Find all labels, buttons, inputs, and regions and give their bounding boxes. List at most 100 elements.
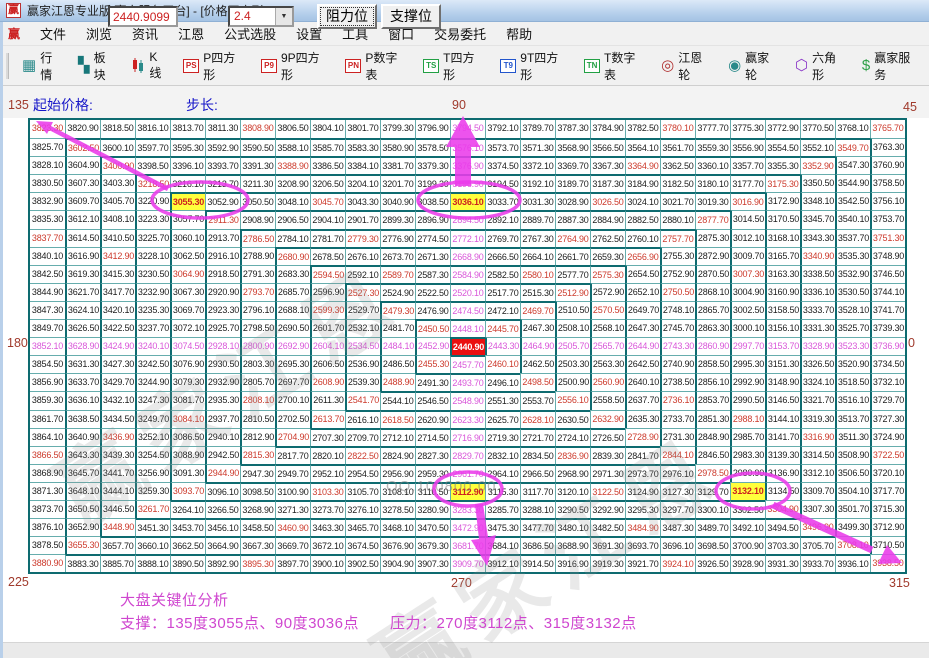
grid-cell: 3386.50 xyxy=(310,156,345,174)
grid-cell: 3648.10 xyxy=(65,482,100,500)
grid-cell: 3465.70 xyxy=(345,518,380,536)
grid-cell: 3746.50 xyxy=(870,265,905,283)
grid-cell: 2743.30 xyxy=(660,337,695,355)
grid-cell: 2592.10 xyxy=(345,265,380,283)
grid-cell: 3715.30 xyxy=(870,500,905,518)
mdi-child-icon: 赢 xyxy=(8,25,20,42)
grid-cell: 3072.10 xyxy=(170,319,205,337)
toolbar-9p-square[interactable]: P99P四方形 xyxy=(254,46,338,86)
grid-cell: 2827.30 xyxy=(415,446,450,464)
grid-cell: 2728.90 xyxy=(625,428,660,446)
toolbar-hexagon[interactable]: ⬡六角形 xyxy=(788,46,855,86)
grid-cell: 3295.30 xyxy=(625,500,660,518)
grid-cell: 3400.90 xyxy=(100,156,135,174)
grid-cell: 3000.10 xyxy=(730,319,765,337)
grid-cell: 2896.90 xyxy=(415,210,450,228)
grid-cell: 3633.70 xyxy=(65,373,100,391)
grid-cell: 3211.30 xyxy=(240,174,275,192)
grid-cell: 3302.50 xyxy=(730,500,765,518)
grid-cell: 2491.30 xyxy=(415,373,450,391)
start-price-input[interactable] xyxy=(108,6,178,27)
grid-cell: 2858.50 xyxy=(695,355,730,373)
grid-cell: 2697.70 xyxy=(275,373,310,391)
grid-cell: 3765.70 xyxy=(870,120,905,138)
grid-cell: 3271.30 xyxy=(275,500,310,518)
grid-cell: 2647.30 xyxy=(625,319,660,337)
grid-cell: 2596.90 xyxy=(310,283,345,301)
grid-cell: 3595.30 xyxy=(170,138,205,156)
toolbar-p-table[interactable]: PNP数字表 xyxy=(338,46,416,86)
grid-cell: 3278.50 xyxy=(380,500,415,518)
grid-cell: 3696.10 xyxy=(660,536,695,554)
grid-cell: 3460.90 xyxy=(275,518,310,536)
grid-cell: 2541.70 xyxy=(345,391,380,409)
highlighted-price-cell: 3036.10 xyxy=(450,192,485,210)
grid-cell: 3698.50 xyxy=(695,536,730,554)
step-combobox[interactable]: 2.4 ▼ xyxy=(228,6,294,27)
grid-cell: 3369.70 xyxy=(555,156,590,174)
grid-cell: 3429.70 xyxy=(100,373,135,391)
grid-cell: 3427.30 xyxy=(100,355,135,373)
grid-cell: 3554.50 xyxy=(765,138,800,156)
grid-cell: 3926.50 xyxy=(695,554,730,572)
grid-cell: 3348.10 xyxy=(800,192,835,210)
menu-item-9[interactable]: 帮助 xyxy=(496,22,542,45)
grid-cell: 3602.50 xyxy=(65,138,100,156)
grid-cell: 3895.30 xyxy=(240,554,275,572)
grid-cell: 3412.90 xyxy=(100,247,135,265)
grid-cell: 2788.90 xyxy=(240,247,275,265)
grid-cell: 3573.70 xyxy=(485,138,520,156)
grid-cell: 2978.50 xyxy=(695,464,730,482)
grid-cell: 3393.70 xyxy=(205,156,240,174)
toolbar-gann-wheel[interactable]: ◎江恩轮 xyxy=(654,46,721,86)
grid-cell: 3172.90 xyxy=(765,192,800,210)
toolbar-kline[interactable]: K线 xyxy=(124,47,176,84)
grid-cell: 3453.70 xyxy=(170,518,205,536)
grid-cell: 3861.70 xyxy=(30,410,65,428)
grid-cell: 2767.30 xyxy=(520,229,555,247)
chevron-down-icon[interactable]: ▼ xyxy=(275,8,292,25)
grid-cell: 2510.50 xyxy=(555,301,590,319)
status-bar xyxy=(0,642,929,658)
grid-cell: 3096.10 xyxy=(205,482,240,500)
menu-item-0[interactable]: 文件 xyxy=(30,22,76,45)
toolbar-service[interactable]: $赢家服务 xyxy=(855,46,929,86)
toolbar-sectors[interactable]: ▚板块 xyxy=(71,46,124,86)
grid-cell: 2738.50 xyxy=(660,373,695,391)
grid-cell: 3484.90 xyxy=(625,518,660,536)
grid-cell: 3614.50 xyxy=(65,229,100,247)
support-button[interactable]: 支撑位 xyxy=(381,4,441,29)
grid-cell: 3004.90 xyxy=(730,283,765,301)
toolbar-p-square[interactable]: PSP四方形 xyxy=(176,46,254,86)
grid-cell: 3883.30 xyxy=(65,554,100,572)
toolbar-t-square[interactable]: TST四方形 xyxy=(416,46,493,86)
p9-badge-icon: P9 xyxy=(261,59,277,73)
grid-cell: 3938.50 xyxy=(870,554,905,572)
toolbar-winner-wheel[interactable]: ◉赢家轮 xyxy=(721,46,788,86)
grid-cell: 2498.50 xyxy=(520,373,555,391)
grid-cell: 3031.30 xyxy=(520,192,555,210)
grid-cell: 2464.90 xyxy=(520,337,555,355)
grid-cell: 3585.70 xyxy=(310,138,345,156)
toolbar-t-table[interactable]: TNT数字表 xyxy=(577,46,654,86)
grid-cell: 3499.30 xyxy=(835,518,870,536)
grid-cell: 3319.30 xyxy=(800,410,835,428)
grid-cell: 3074.50 xyxy=(170,337,205,355)
toolbar-9t-square[interactable]: T99T四方形 xyxy=(493,46,577,86)
grid-cell: 2589.70 xyxy=(380,265,415,283)
grid-cell: 3492.10 xyxy=(730,518,765,536)
grid-cell: 2863.30 xyxy=(695,319,730,337)
grid-cell: 3410.50 xyxy=(100,229,135,247)
resistance-button[interactable]: 阻力位 xyxy=(317,4,377,29)
grid-cell: 2517.70 xyxy=(485,283,520,301)
grid-cell: 3616.90 xyxy=(65,247,100,265)
grid-cell: 2995.30 xyxy=(730,355,765,373)
grid-cell: 2841.70 xyxy=(625,446,660,464)
grid-cell: 3196.90 xyxy=(450,174,485,192)
pn-badge-icon: PN xyxy=(345,59,361,73)
toolbar-quotes[interactable]: ▦行情 xyxy=(15,46,71,86)
grid-cell: 2654.50 xyxy=(625,265,660,283)
highlighted-price-cell: 3112.90 xyxy=(450,482,485,500)
grid-cell: 3501.70 xyxy=(835,500,870,518)
grid-cell: 3799.30 xyxy=(380,120,415,138)
